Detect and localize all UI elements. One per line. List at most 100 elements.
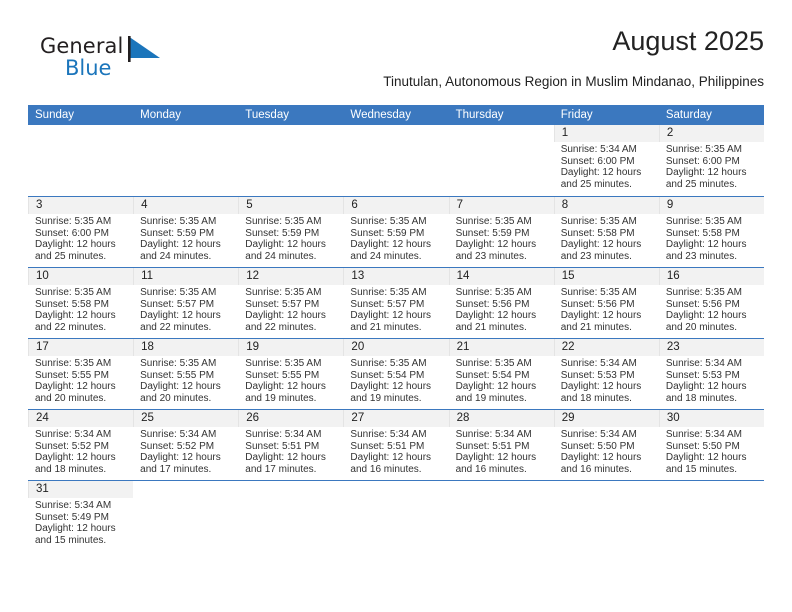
calendar-day-cell[interactable]: 17 Sunrise: 5:35 AM Sunset: 5:55 PM Dayligh… [28, 339, 134, 409]
sunrise-text: Sunrise: 5:35 AM [140, 287, 217, 298]
day-number: 8 [553, 197, 659, 214]
calendar-day-cell[interactable]: 24 Sunrise: 5:34 AM Sunset: 5:52 PM Dayligh… [28, 410, 134, 480]
calendar-day-cell[interactable]: 22 Sunrise: 5:34 AM Sunset: 5:53 PM Dayligh… [553, 339, 659, 409]
daylight-text-line1: Daylight: 12 hours [665, 239, 747, 251]
daylight-text-line2: and 25 minutes. [665, 178, 738, 190]
calendar-day-cell[interactable]: 16 Sunrise: 5:35 AM Sunset: 5:56 PM Dayligh… [658, 268, 764, 338]
sunrise-text: Sunrise: 5:35 AM [35, 358, 112, 369]
calendar-day-cell[interactable]: 14 Sunrise: 5:35 AM Sunset: 5:56 PM Dayligh… [448, 268, 554, 338]
day-number: 4 [133, 197, 239, 214]
sunrise-text: Sunrise: 5:34 AM [245, 429, 322, 440]
sunrise-text: Sunrise: 5:35 AM [140, 216, 217, 227]
day-number [238, 125, 343, 142]
day-details: Sunrise: 5:35 AM Sunset: 5:58 PM Daylight:… [28, 285, 133, 337]
calendar-day-cell[interactable]: 26 Sunrise: 5:34 AM Sunset: 5:51 PM Dayligh… [238, 410, 344, 480]
calendar-week-row: 3 Sunrise: 5:35 AM Sunset: 6:00 PM Daylight… [28, 196, 764, 267]
calendar-day-cell[interactable]: 19 Sunrise: 5:35 AM Sunset: 5:55 PM Dayligh… [238, 339, 344, 409]
day-details: Sunrise: 5:35 AM Sunset: 5:58 PM Daylight:… [554, 214, 659, 266]
sunrise-text: Sunrise: 5:35 AM [140, 358, 217, 369]
sunset-text: Sunset: 5:55 PM [245, 369, 320, 381]
calendar-day-cell[interactable]: 15 Sunrise: 5:35 AM Sunset: 5:56 PM Dayligh… [553, 268, 659, 338]
day-details: Sunrise: 5:35 AM Sunset: 5:59 PM Daylight:… [343, 214, 448, 266]
calendar-day-cell[interactable]: 25 Sunrise: 5:34 AM Sunset: 5:52 PM Dayligh… [133, 410, 239, 480]
daylight-text-line1: Daylight: 12 hours [560, 381, 642, 393]
daylight-text-line2: and 21 minutes. [560, 321, 632, 333]
day-number: 1 [553, 125, 659, 142]
day-details: Sunrise: 5:34 AM Sunset: 5:53 PM Daylight:… [554, 356, 659, 408]
sunrise-text: Sunrise: 5:34 AM [560, 429, 637, 440]
day-details: Sunrise: 5:35 AM Sunset: 6:00 PM Daylight:… [28, 214, 133, 266]
sunrise-text: Sunrise: 5:35 AM [35, 216, 112, 227]
calendar-day-cell-empty [238, 125, 343, 196]
day-number [28, 125, 133, 142]
calendar-day-cell[interactable]: 5 Sunrise: 5:35 AM Sunset: 5:59 PM Daylight… [238, 197, 344, 267]
sunset-text: Sunset: 5:52 PM [35, 440, 109, 452]
calendar-day-cell[interactable]: 29 Sunrise: 5:34 AM Sunset: 5:50 PM Dayligh… [553, 410, 659, 480]
day-details: Sunrise: 5:35 AM Sunset: 5:57 PM Daylight:… [238, 285, 343, 337]
sunset-text: Sunset: 5:57 PM [140, 298, 215, 310]
logo-text-blue: Blue [65, 56, 112, 80]
daylight-text-line2: and 25 minutes. [35, 250, 107, 262]
daylight-text-line1: Daylight: 12 hours [455, 381, 537, 393]
daylight-text-line2: and 18 minutes. [560, 392, 632, 404]
daylight-text-line1: Daylight: 12 hours [35, 381, 116, 393]
calendar-day-cell[interactable]: 21 Sunrise: 5:35 AM Sunset: 5:54 PM Dayligh… [448, 339, 554, 409]
sunset-text: Sunset: 5:56 PM [665, 298, 740, 310]
sunrise-text: Sunrise: 5:35 AM [245, 287, 322, 298]
calendar-day-cell[interactable]: 12 Sunrise: 5:35 AM Sunset: 5:57 PM Dayligh… [238, 268, 344, 338]
daylight-text-line1: Daylight: 12 hours [35, 452, 116, 464]
day-details: Sunrise: 5:35 AM Sunset: 5:56 PM Daylight:… [449, 285, 554, 337]
calendar-day-cell[interactable]: 8 Sunrise: 5:35 AM Sunset: 5:58 PM Daylight… [553, 197, 659, 267]
sunset-text: Sunset: 5:50 PM [560, 440, 635, 452]
day-details: Sunrise: 5:34 AM Sunset: 5:51 PM Daylight:… [343, 427, 448, 479]
day-details: Sunrise: 5:34 AM Sunset: 5:51 PM Daylight:… [238, 427, 343, 479]
general-blue-logo[interactable]: General Blue [40, 34, 180, 90]
day-details: Sunrise: 5:34 AM Sunset: 5:52 PM Daylight:… [133, 427, 238, 479]
sunrise-text: Sunrise: 5:35 AM [560, 216, 637, 227]
daylight-text-line1: Daylight: 12 hours [140, 310, 221, 322]
daylight-text-line1: Daylight: 12 hours [35, 310, 116, 322]
calendar-day-cell[interactable]: 3 Sunrise: 5:35 AM Sunset: 6:00 PM Daylight… [28, 197, 134, 267]
logo-flag-icon [128, 36, 160, 62]
day-details: Sunrise: 5:35 AM Sunset: 5:55 PM Daylight:… [28, 356, 133, 408]
day-number: 19 [238, 339, 344, 356]
calendar-day-cell[interactable]: 13 Sunrise: 5:35 AM Sunset: 5:57 PM Dayligh… [343, 268, 449, 338]
daylight-text-line1: Daylight: 12 hours [560, 239, 642, 251]
sunrise-text: Sunrise: 5:34 AM [35, 500, 112, 511]
calendar-day-cell[interactable]: 30 Sunrise: 5:34 AM Sunset: 5:50 PM Dayligh… [658, 410, 764, 480]
calendar-day-cell-empty [554, 481, 659, 570]
day-number: 24 [28, 410, 134, 427]
weekday-header-sunday: Sunday [35, 109, 75, 121]
day-number: 21 [448, 339, 554, 356]
calendar-day-cell[interactable]: 11 Sunrise: 5:35 AM Sunset: 5:57 PM Dayligh… [133, 268, 239, 338]
day-number: 12 [238, 268, 344, 285]
calendar-day-cell[interactable]: 7 Sunrise: 5:35 AM Sunset: 5:59 PM Daylight… [448, 197, 554, 267]
calendar-day-cell[interactable]: 10 Sunrise: 5:35 AM Sunset: 5:58 PM Dayligh… [28, 268, 134, 338]
calendar-day-cell[interactable]: 4 Sunrise: 5:35 AM Sunset: 5:59 PM Daylight… [133, 197, 239, 267]
sunrise-text: Sunrise: 5:34 AM [455, 429, 532, 440]
sunset-text: Sunset: 5:52 PM [140, 440, 215, 452]
daylight-text-line2: and 23 minutes. [560, 250, 632, 262]
calendar-day-cell[interactable]: 27 Sunrise: 5:34 AM Sunset: 5:51 PM Dayligh… [343, 410, 449, 480]
day-number: 20 [343, 339, 449, 356]
daylight-text-line1: Daylight: 12 hours [665, 452, 747, 464]
calendar-day-cell[interactable]: 9 Sunrise: 5:35 AM Sunset: 5:58 PM Daylight… [658, 197, 764, 267]
calendar-day-cell[interactable]: 23 Sunrise: 5:34 AM Sunset: 5:53 PM Dayligh… [658, 339, 764, 409]
calendar-day-cell[interactable]: 28 Sunrise: 5:34 AM Sunset: 5:51 PM Dayligh… [448, 410, 554, 480]
day-number: 10 [28, 268, 134, 285]
calendar-day-cell[interactable]: 31 Sunrise: 5:34 AM Sunset: 5:49 PM Dayligh… [28, 481, 134, 570]
daylight-text-line2: and 24 minutes. [140, 250, 212, 262]
sunset-text: Sunset: 5:49 PM [35, 511, 109, 523]
calendar-day-cell[interactable]: 6 Sunrise: 5:35 AM Sunset: 5:59 PM Daylight… [343, 197, 449, 267]
calendar-day-cell[interactable]: 20 Sunrise: 5:35 AM Sunset: 5:54 PM Dayligh… [343, 339, 449, 409]
sunset-text: Sunset: 5:50 PM [665, 440, 740, 452]
day-details: Sunrise: 5:34 AM Sunset: 5:53 PM Daylight:… [659, 356, 764, 408]
day-number [133, 481, 238, 498]
day-details: Sunrise: 5:35 AM Sunset: 5:56 PM Daylight:… [554, 285, 659, 337]
calendar-day-cell[interactable]: 1 Sunrise: 5:34 AM Sunset: 6:00 PM Daylight… [553, 125, 659, 196]
day-number: 5 [238, 197, 344, 214]
daylight-text-line1: Daylight: 12 hours [350, 452, 432, 464]
calendar-day-cell[interactable]: 2 Sunrise: 5:35 AM Sunset: 6:00 PM Daylight… [658, 125, 764, 196]
calendar-day-cell[interactable]: 18 Sunrise: 5:35 AM Sunset: 5:55 PM Dayligh… [133, 339, 239, 409]
calendar-week-row: 1 Sunrise: 5:34 AM Sunset: 6:00 PM Daylight… [28, 125, 764, 196]
